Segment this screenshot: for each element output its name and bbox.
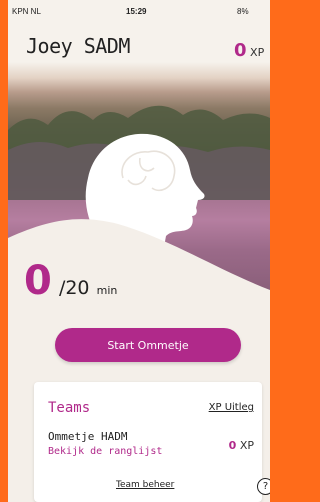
team-xp-unit: XP — [239, 439, 254, 452]
team-manage-link[interactable]: Team beheer — [116, 480, 174, 490]
carrier-label: KPN NL — [12, 7, 41, 16]
minutes-progress: 0 /20 min — [24, 258, 117, 304]
battery-level: 8% — [237, 7, 249, 16]
teams-card: Teams XP Uitleg Ommetje HADM Bekijk de r… — [34, 382, 262, 502]
xp-value: 0 — [234, 40, 247, 61]
team-xp-value: 0 — [228, 439, 237, 452]
start-ommetje-button[interactable]: Start Ommetje — [55, 328, 241, 362]
xp-unit: XP — [250, 46, 265, 59]
user-name: Joey SADM — [26, 34, 130, 58]
minutes-value: 0 — [24, 258, 52, 304]
app-screen: KPN NL 15:29 8% Joey SADM 0 XP 0 /20 min… — [8, 0, 270, 502]
leaderboard-link[interactable]: Bekijk de ranglijst — [48, 446, 162, 457]
xp-explanation-link[interactable]: XP Uitleg — [209, 402, 254, 413]
question-icon[interactable]: ? — [257, 478, 270, 495]
minutes-goal: /20 — [58, 277, 90, 299]
minutes-unit: min — [96, 284, 118, 297]
team-name: Ommetje HADM — [48, 430, 128, 443]
team-xp: 0 XP — [229, 439, 254, 452]
teams-title: Teams — [48, 400, 91, 416]
clock: 15:29 — [126, 7, 147, 16]
xp-counter: 0 XP — [234, 40, 264, 61]
